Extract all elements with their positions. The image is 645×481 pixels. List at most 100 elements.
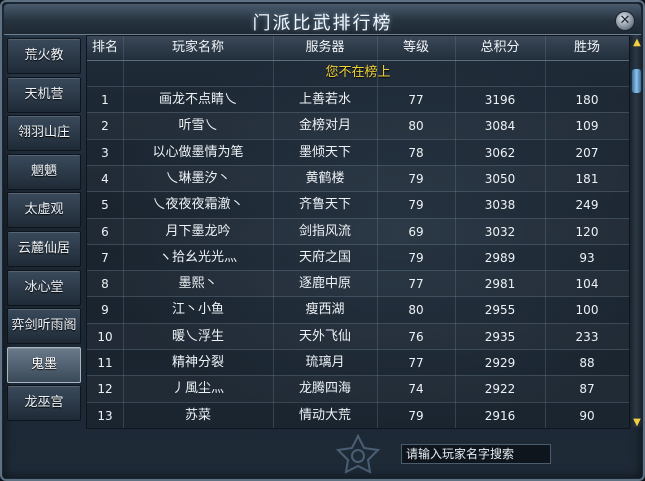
cell-rank: 11	[97, 356, 113, 370]
cell-server: 墨倾天下	[298, 144, 351, 160]
sect-tab[interactable]: 云麓仙居	[7, 231, 81, 267]
cell-level: 78	[408, 145, 424, 160]
cell-total-score: 3196	[484, 93, 516, 107]
cell-level: 76	[408, 329, 424, 344]
sect-tab[interactable]: 鬼墨	[7, 346, 81, 383]
cell-player-name: 听雪乀	[178, 118, 218, 134]
close-button[interactable]: ✕	[615, 11, 635, 31]
scroll-up-icon[interactable]: ▲	[632, 38, 642, 48]
cell-level: 79	[408, 250, 424, 265]
cell-total-score: 2916	[484, 408, 516, 423]
cell-wins: 104	[575, 277, 599, 292]
sect-sidebar: 荒火教 天机营 翎羽山庄 魍魉 太虚观 云麓仙居 冰心堂 弈剑听雨阁 鬼墨 龙巫宫	[7, 38, 82, 428]
player-search-input[interactable]	[401, 444, 551, 464]
table-row[interactable]: 11 精神分裂 琉璃月 77 2929 88	[87, 349, 629, 376]
cell-player-name: 丿風尘灬	[171, 381, 224, 397]
cell-player-name: 乀琳墨汐丶	[165, 170, 231, 186]
cell-wins: 120	[575, 224, 599, 239]
cell-rank: 7	[101, 250, 109, 265]
cell-player-name: 画龙不点睛乀	[158, 92, 237, 107]
sect-tab[interactable]: 龙巫宫	[7, 385, 81, 422]
column-divider	[273, 36, 274, 428]
cell-server: 情动大荒	[298, 407, 351, 423]
cell-total-score: 2981	[484, 277, 516, 292]
column-divider	[545, 36, 546, 428]
header-total-score[interactable]: 总积分	[455, 36, 545, 60]
table-row[interactable]: 3 以心做墨情为笔 墨倾天下 78 3062 207	[87, 138, 629, 166]
table-row[interactable]: 2 听雪乀 金榜对月 80 3084 109	[87, 112, 629, 139]
cell-rank: 1	[101, 93, 109, 107]
cell-player-name: 以心做墨情为笔	[152, 144, 244, 160]
cell-total-score: 2935	[484, 329, 516, 344]
cell-player-name: 墨熙丶	[178, 276, 218, 292]
cell-wins: 249	[575, 198, 599, 213]
cell-wins: 233	[575, 329, 599, 344]
sect-tab[interactable]: 荒火教	[7, 38, 81, 74]
cell-level: 77	[408, 356, 424, 370]
cell-level: 79	[408, 171, 424, 186]
cell-level: 80	[408, 303, 424, 318]
table-row[interactable]: 9 江丶小鱼 瘦西湖 80 2955 100	[87, 296, 629, 323]
ranking-table: 排名 玩家名称 服务器 等级 总积分 胜场 您不在榜上 1 画龙不点睛乀 上善若水 77 3196…	[86, 35, 630, 429]
cell-wins: 181	[575, 171, 599, 186]
cell-total-score: 2929	[484, 356, 516, 370]
cell-total-score: 2989	[484, 250, 516, 265]
sect-tab[interactable]: 天机营	[7, 76, 81, 113]
cell-level: 79	[408, 198, 424, 213]
cell-rank: 6	[101, 224, 109, 239]
cell-total-score: 3062	[484, 145, 516, 160]
cell-wins: 88	[579, 356, 595, 370]
table-row[interactable]: 4 乀琳墨汐丶 黄鹤楼 79 3050 181	[87, 164, 629, 192]
header-player-name[interactable]: 玩家名称	[123, 36, 273, 60]
cell-player-name: 乀夜夜夜霜澈丶	[152, 197, 244, 213]
table-row[interactable]: 5 乀夜夜夜霜澈丶 齐鲁天下 79 3038 249	[87, 191, 629, 218]
table-row[interactable]: 6 月下墨龙吟 剑指风流 69 3032 120	[87, 217, 629, 245]
table-row[interactable]: 12 丿風尘灬 龙腾四海 74 2922 87	[87, 375, 629, 402]
cell-server: 天府之国	[298, 249, 351, 265]
cell-rank: 10	[97, 329, 113, 344]
cell-rank: 13	[97, 408, 113, 423]
table-row[interactable]: 8 墨熙丶 逐鹿中原 77 2981 104	[87, 270, 629, 297]
cell-level: 79	[408, 408, 424, 423]
cell-player-name: ヽ拾幺光光灬	[158, 249, 237, 265]
sect-tab[interactable]: 弈剑听雨阁	[7, 308, 81, 345]
header-wins[interactable]: 胜场	[545, 36, 629, 60]
cell-total-score: 3032	[484, 224, 516, 239]
sect-tab[interactable]: 翎羽山庄	[7, 115, 81, 152]
table-row[interactable]: 13 苏菜 情动大荒 79 2916 90	[87, 401, 629, 428]
cell-server: 琉璃月	[305, 355, 345, 370]
window-title: 门派比武排行榜	[252, 13, 393, 34]
cell-server: 龙腾四海	[298, 381, 351, 397]
table-row[interactable]: 10 暖乀浮生 天外飞仙 76 2935 233	[87, 322, 629, 350]
header-level[interactable]: 等级	[377, 36, 455, 60]
cell-wins: 180	[575, 93, 599, 107]
title-bar: 门派比武排行榜 ✕	[4, 4, 641, 35]
cell-total-score: 3050	[484, 171, 516, 186]
cell-server: 瘦西湖	[305, 302, 345, 318]
header-server[interactable]: 服务器	[273, 36, 377, 60]
sect-tab[interactable]: 魍魉	[7, 153, 81, 190]
sect-emblem-icon	[335, 433, 381, 474]
not-ranked-notice: 您不在榜上	[325, 65, 391, 80]
table-row[interactable]: 7 ヽ拾幺光光灬 天府之国 79 2989 93	[87, 243, 629, 271]
sect-tab[interactable]: 冰心堂	[7, 269, 81, 306]
cell-wins: 90	[579, 408, 595, 423]
cell-wins: 87	[579, 382, 595, 397]
scrollbar-thumb[interactable]	[631, 68, 642, 94]
cell-total-score: 3038	[484, 198, 516, 213]
cell-server: 逐鹿中原	[298, 276, 351, 292]
scroll-down-icon[interactable]: ▼	[632, 418, 642, 428]
cell-player-name: 暖乀浮生	[171, 328, 224, 344]
cell-level: 77	[408, 93, 424, 107]
cell-total-score: 2922	[484, 382, 516, 397]
sect-tab[interactable]: 太虚观	[7, 192, 81, 229]
cell-total-score: 3084	[484, 119, 516, 134]
cell-rank: 8	[101, 277, 109, 292]
cell-rank: 4	[101, 171, 109, 186]
cell-total-score: 2955	[484, 303, 516, 318]
header-rank[interactable]: 排名	[87, 36, 123, 60]
table-row[interactable]: 1 画龙不点睛乀 上善若水 77 3196 180	[87, 86, 629, 113]
cell-server: 齐鲁天下	[298, 197, 351, 213]
cell-level: 69	[408, 224, 424, 239]
column-divider	[377, 36, 378, 428]
